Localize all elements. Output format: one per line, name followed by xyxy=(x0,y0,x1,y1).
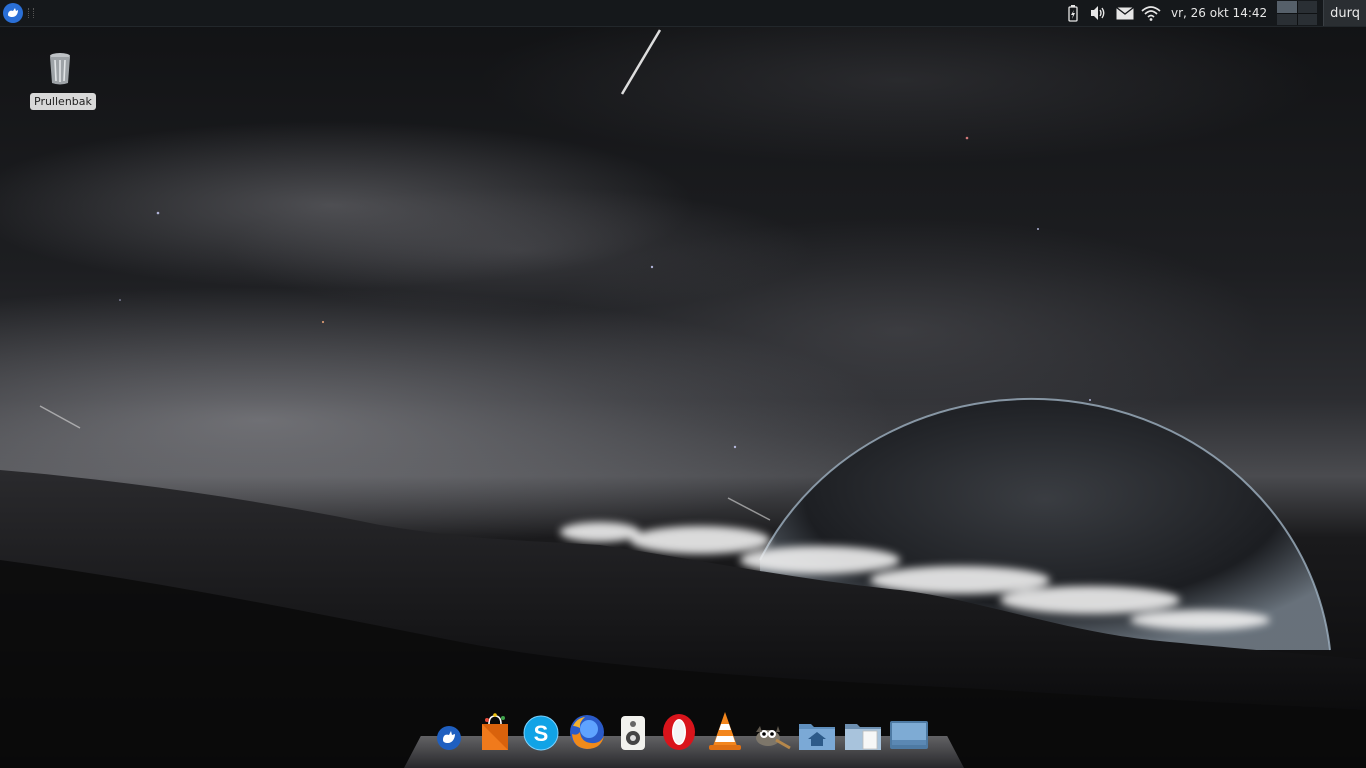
xfce-mouse-icon xyxy=(437,726,461,750)
dock-item-opera[interactable] xyxy=(658,706,700,752)
dock-item-software-center[interactable] xyxy=(474,706,516,752)
wifi-icon[interactable] xyxy=(1141,3,1161,23)
dock-item-xfce-menu[interactable] xyxy=(428,706,470,752)
top-panel: vr, 26 okt 14:42 durq xyxy=(0,0,1366,27)
trash-icon xyxy=(45,52,75,86)
dock-item-speaker-app[interactable] xyxy=(612,706,654,752)
wallpaper-art xyxy=(0,29,1366,768)
volume-icon[interactable] xyxy=(1089,3,1109,23)
workspace-4[interactable] xyxy=(1297,13,1318,25)
dock-item-home-folder[interactable] xyxy=(796,706,838,752)
dock-item-vlc[interactable] xyxy=(704,706,746,752)
dock-item-desktop-folder[interactable] xyxy=(888,706,930,752)
user-menu-button[interactable]: durq xyxy=(1323,0,1366,26)
workspace-switcher[interactable] xyxy=(1277,1,1318,25)
panel-handle[interactable] xyxy=(28,8,34,18)
mail-icon[interactable] xyxy=(1115,3,1135,23)
workspace-2[interactable] xyxy=(1297,1,1318,13)
applications-menu-button[interactable] xyxy=(0,0,26,26)
home-folder-icon xyxy=(799,724,835,750)
desktop-wallpaper xyxy=(0,0,1366,768)
battery-icon[interactable] xyxy=(1063,3,1083,23)
vlc-cone-icon xyxy=(709,712,741,750)
dock-item-gimp[interactable] xyxy=(750,706,792,752)
dock-item-files[interactable] xyxy=(842,706,884,752)
dock: S xyxy=(428,704,930,752)
firefox-icon xyxy=(570,715,604,749)
desktop-folder-icon xyxy=(890,721,928,749)
skype-icon: S xyxy=(523,715,559,751)
gimp-icon xyxy=(756,726,791,750)
shopping-bag-icon xyxy=(482,713,508,750)
dock-item-skype[interactable]: S xyxy=(520,706,562,752)
speaker-icon xyxy=(621,716,645,750)
workspace-3[interactable] xyxy=(1277,13,1297,25)
xfce-mouse-icon xyxy=(3,3,23,23)
desktop-icon-label: Prullenbak xyxy=(30,93,96,110)
panel-clock[interactable]: vr, 26 okt 14:42 xyxy=(1171,6,1267,20)
opera-icon xyxy=(663,714,695,750)
desktop-icon-trash[interactable]: Prullenbak xyxy=(30,52,96,110)
files-icon xyxy=(845,724,881,750)
dock-item-firefox[interactable] xyxy=(566,706,608,752)
workspace-1[interactable] xyxy=(1277,1,1297,13)
system-tray xyxy=(1063,3,1161,23)
svg-text:S: S xyxy=(534,721,549,746)
